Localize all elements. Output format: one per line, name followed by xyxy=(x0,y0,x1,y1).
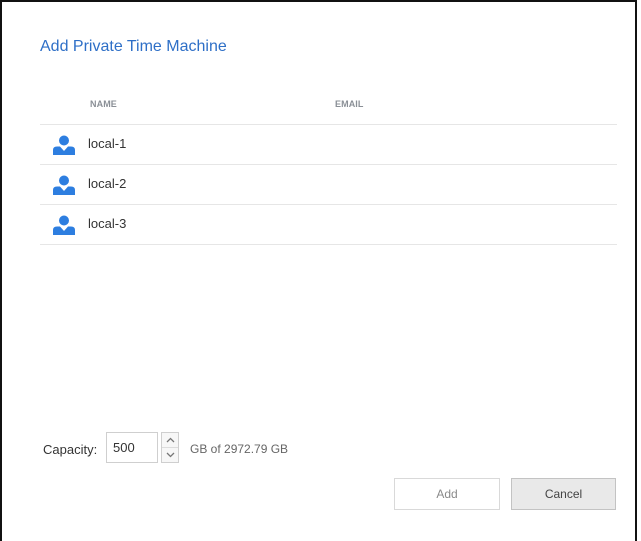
user-name: local-3 xyxy=(88,216,127,231)
user-name: local-2 xyxy=(88,176,127,191)
dialog-title: Add Private Time Machine xyxy=(40,38,227,55)
user-row-local-1[interactable]: local-1 xyxy=(40,125,617,165)
column-header-name: NAME xyxy=(90,99,117,109)
user-row-local-3[interactable]: local-3 xyxy=(40,205,617,245)
column-header-email: EMAIL xyxy=(335,99,364,109)
user-icon xyxy=(53,215,75,235)
user-list-header: NAME EMAIL xyxy=(40,94,617,125)
add-button[interactable]: Add xyxy=(394,478,500,510)
capacity-total-text: GB of 2972.79 GB xyxy=(190,442,289,456)
chevron-up-icon xyxy=(166,437,174,443)
user-name: local-1 xyxy=(88,136,127,151)
add-private-time-machine-dialog: Add Private Time Machine NAME EMAIL loca… xyxy=(0,0,637,541)
user-icon xyxy=(53,135,75,155)
cancel-button[interactable]: Cancel xyxy=(511,478,616,510)
user-row-local-2[interactable]: local-2 xyxy=(40,165,617,205)
capacity-stepper xyxy=(161,432,179,463)
capacity-input[interactable] xyxy=(106,432,158,463)
user-icon xyxy=(53,175,75,195)
capacity-label: Capacity: xyxy=(43,442,98,457)
user-list: local-1 local-2 local-3 xyxy=(40,125,617,245)
chevron-down-icon xyxy=(166,452,174,458)
capacity-decrement-button[interactable] xyxy=(162,448,178,462)
capacity-increment-button[interactable] xyxy=(162,433,178,448)
